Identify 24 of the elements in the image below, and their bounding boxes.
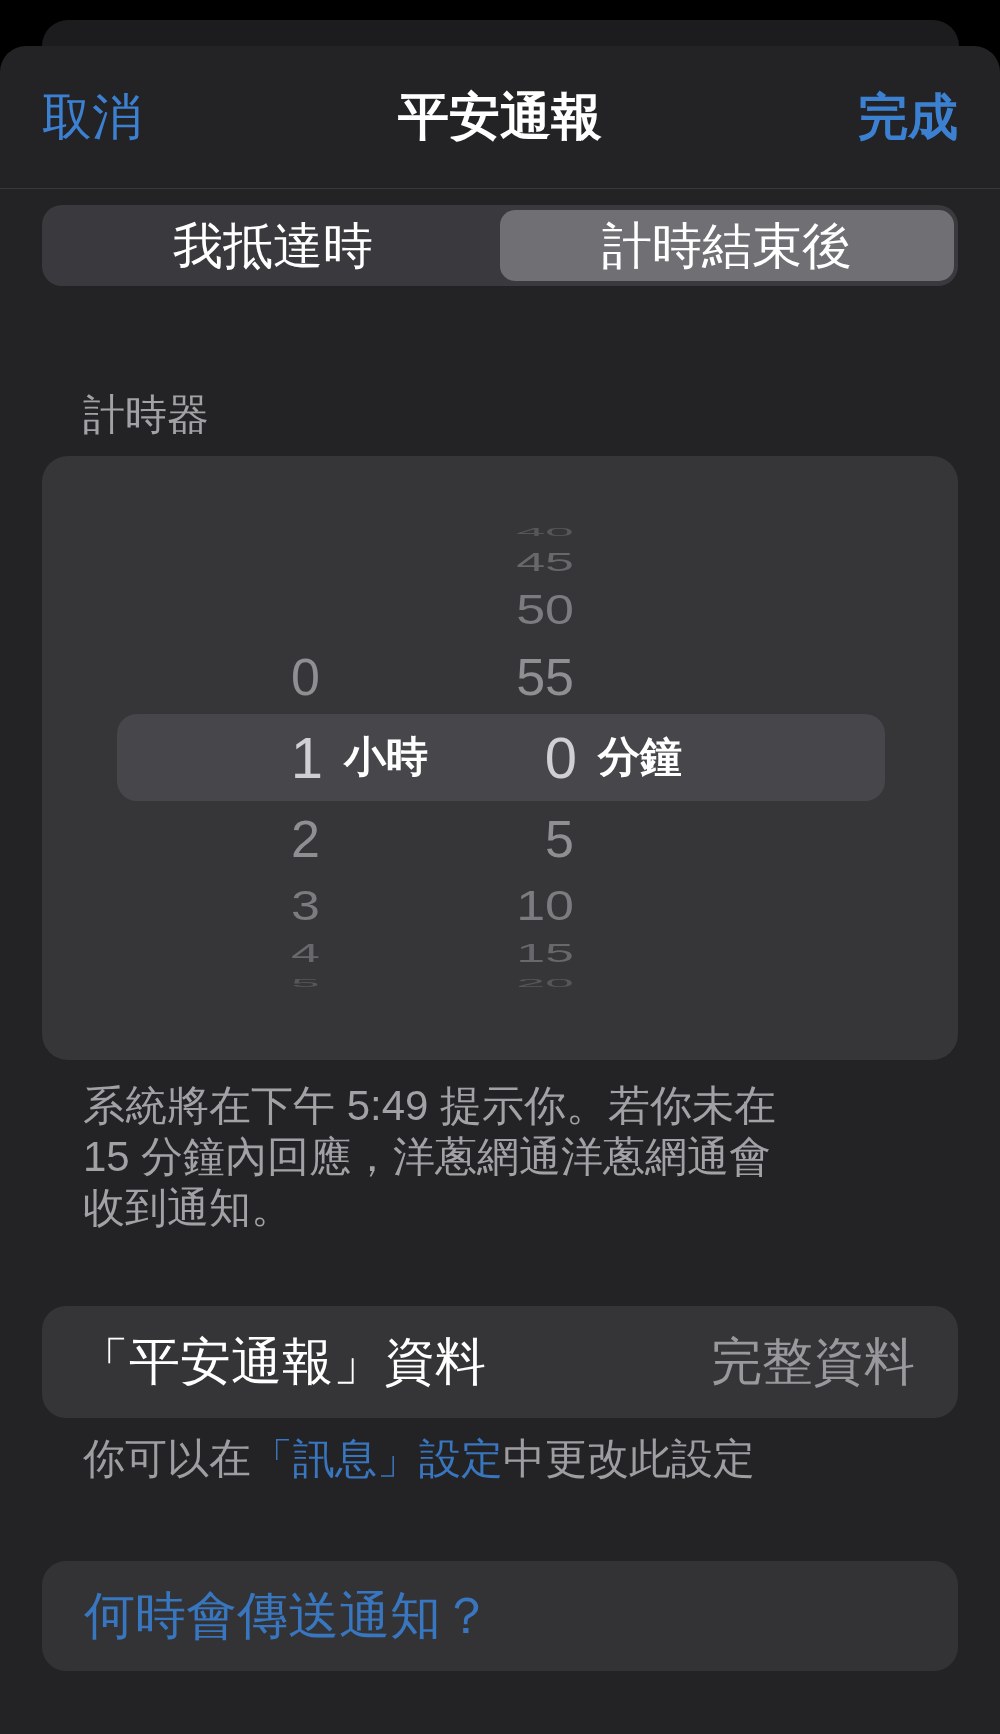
picker-value[interactable]: 55 [516,650,574,703]
section-label: 計時器 [83,390,210,440]
description-text: 系統將在下午 5:49 提示你。若你未在 15 分鐘內回應，洋蔥網通洋蔥網通會收到通知。 [83,1081,778,1233]
done-button[interactable]: 完成 [858,87,958,147]
messages-settings-link[interactable]: 「訊息」設定 [251,1435,503,1482]
picker-value[interactable]: 0 [291,650,320,703]
picker-value[interactable]: 5 [545,812,574,865]
picker-value[interactable]: 0 [544,728,577,787]
help-button[interactable]: 何時會傳送通知？ [42,1561,958,1671]
settings-row[interactable]: 「平安通報」資料 完整資料 [42,1306,958,1418]
unit-label: 小時 [344,732,428,783]
cancel-button[interactable]: 取消 [42,87,142,147]
footer-note: 你可以在「訊息」設定中更改此設定 [83,1434,756,1484]
row-value: 完整資料 [711,1332,915,1393]
segment-tab[interactable]: 計時結束後 [500,210,954,281]
picker-value[interactable]: 3 [291,884,320,927]
picker-value[interactable]: 2 [291,812,320,865]
picker-value[interactable]: 1 [290,728,323,787]
segment-tab[interactable]: 我抵達時 [46,210,500,281]
sheet-title: 平安通報 [398,87,602,148]
unit-label: 分鐘 [598,732,682,783]
picker-value[interactable]: 10 [516,884,574,927]
row-label: 「平安通報」資料 [78,1332,486,1393]
picker-value[interactable]: 50 [516,588,574,631]
